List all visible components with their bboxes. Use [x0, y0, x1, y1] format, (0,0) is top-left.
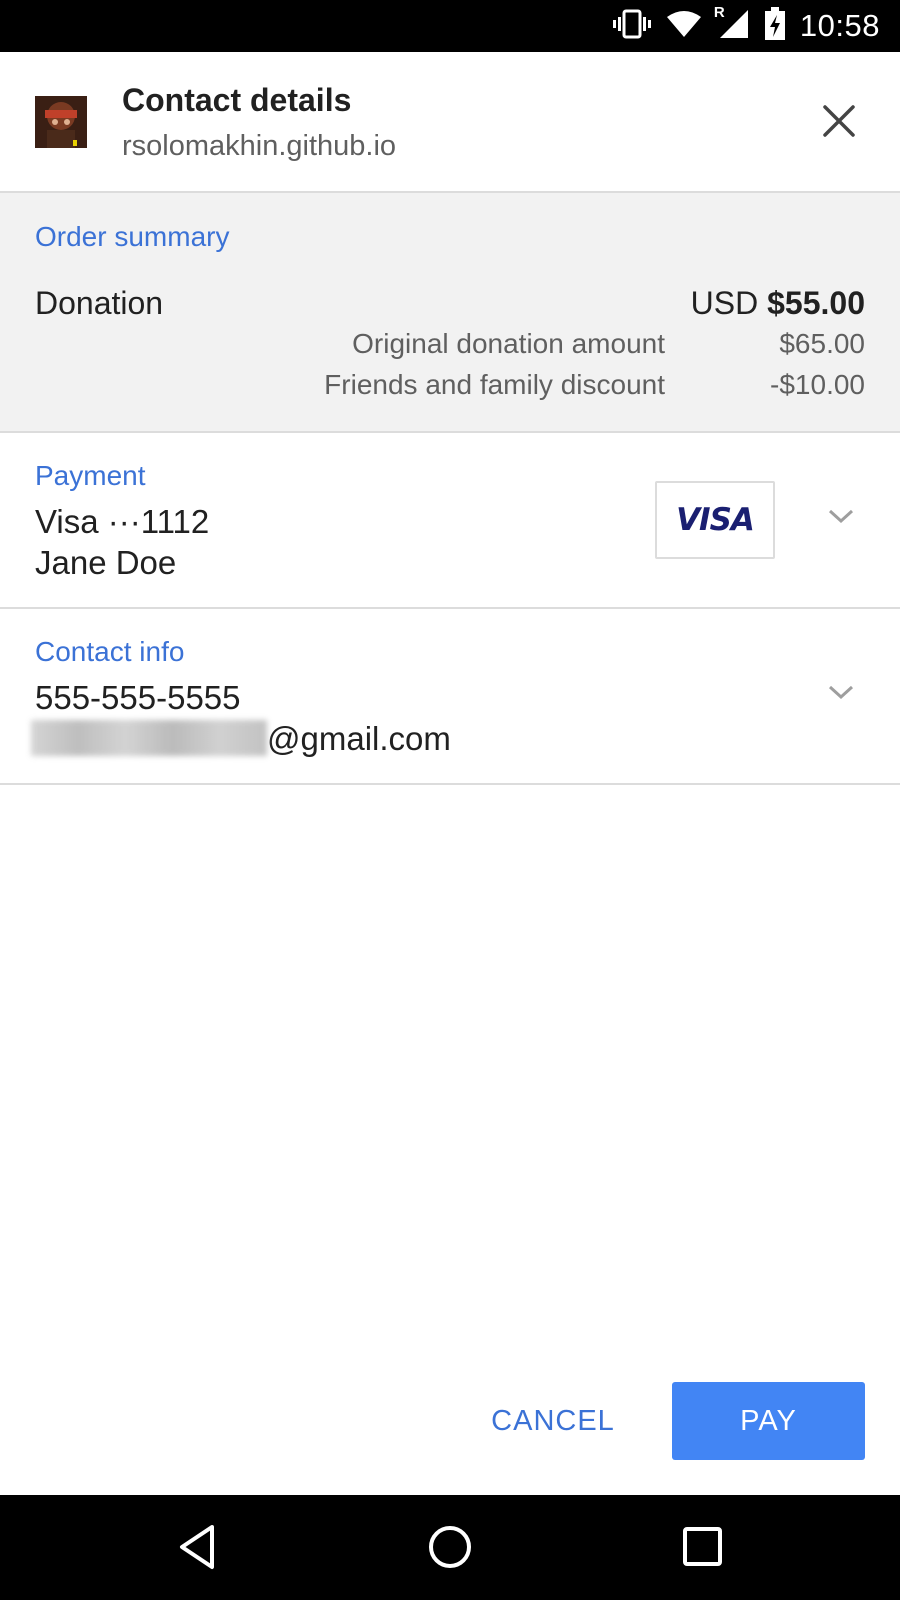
- line-item-amount: $65.00: [779, 328, 865, 359]
- payment-expand-button[interactable]: [826, 503, 856, 533]
- home-icon: [420, 1526, 480, 1581]
- contact-info-section[interactable]: Contact info 555-555-5555 @gmail.com: [0, 609, 900, 785]
- line-item-label: Friends and family discount: [324, 369, 665, 400]
- chevron-down-icon: [827, 683, 855, 706]
- back-button[interactable]: [168, 1517, 228, 1577]
- order-summary-section[interactable]: Order summary Donation USD $55.00 Origin…: [0, 193, 900, 433]
- card-brand-label: VISA: [676, 502, 755, 538]
- back-icon: [168, 1525, 228, 1581]
- line-item: Friends and family discount -$10.00: [0, 369, 900, 409]
- contact-email: @gmail.com: [31, 720, 451, 758]
- visa-card-icon: VISA: [655, 481, 775, 559]
- recents-icon: [673, 1527, 733, 1581]
- line-item-amount: -$10.00: [770, 369, 865, 400]
- payment-heading: Payment: [35, 460, 146, 491]
- chevron-down-icon: [827, 507, 855, 530]
- payment-cardholder-name: Jane Doe: [35, 544, 177, 581]
- battery-charging-icon: [764, 6, 786, 46]
- payment-card-number: Visa ···1112: [35, 503, 210, 540]
- signal-roaming-icon: R: [714, 4, 750, 45]
- status-bar: R 10:58: [0, 0, 900, 52]
- navigation-bar: [0, 1495, 900, 1600]
- cancel-button[interactable]: CANCEL: [478, 1382, 628, 1460]
- wifi-icon: [666, 9, 702, 44]
- vibrate-icon: [612, 8, 652, 45]
- payment-section[interactable]: Payment Visa ···1112 Jane Doe VISA: [0, 433, 900, 609]
- contact-phone: 555-555-5555: [35, 679, 241, 716]
- order-total: USD $55.00: [691, 285, 865, 322]
- contact-expand-button[interactable]: [826, 679, 856, 709]
- pay-button[interactable]: PAY: [672, 1382, 865, 1460]
- site-origin: rsolomakhin.github.io: [122, 130, 397, 162]
- close-icon: [822, 104, 856, 143]
- dialog-header: Contact details rsolomakhin.github.io: [0, 52, 900, 193]
- dialog-title: Contact details: [122, 82, 352, 118]
- order-currency: USD: [690, 285, 759, 321]
- recents-button[interactable]: [673, 1517, 733, 1577]
- contact-email-domain: @gmail.com: [267, 720, 451, 757]
- line-item: Original donation amount $65.00: [0, 328, 900, 368]
- order-summary-heading: Order summary: [35, 221, 230, 252]
- order-total-amount: $55.00: [767, 285, 865, 321]
- contact-info-heading: Contact info: [35, 636, 185, 667]
- site-favicon: [35, 96, 87, 148]
- redacted-email-local-part: [31, 720, 267, 756]
- order-label: Donation: [35, 285, 164, 321]
- home-button[interactable]: [420, 1517, 480, 1577]
- line-item-label: Original donation amount: [352, 328, 665, 359]
- status-time: 10:58: [799, 8, 880, 43]
- roaming-indicator: R: [713, 3, 725, 21]
- close-button[interactable]: [814, 98, 864, 148]
- status-icons: R 10:58: [612, 0, 880, 52]
